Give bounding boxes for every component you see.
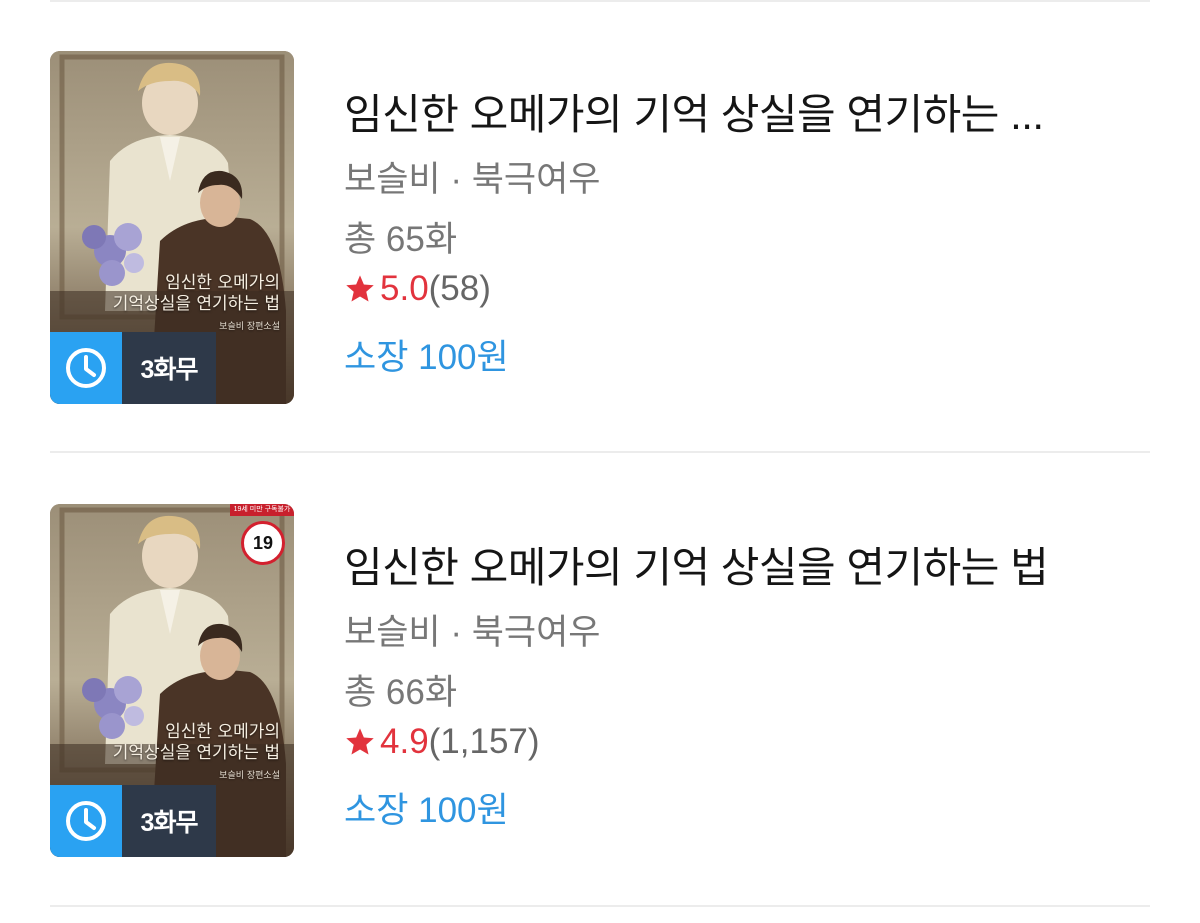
book-authors: 보슬비 · 북극여우: [344, 160, 601, 199]
list-divider-top: [50, 0, 1150, 2]
list-divider: [50, 451, 1150, 453]
price: 소장 100원: [344, 791, 509, 830]
clock-icon: [50, 785, 122, 857]
rating: 5.0 (58): [344, 269, 491, 309]
book-cover[interactable]: 임신한 오메가의 기억상실을 연기하는 법 보슬비 장편소설 3화무: [50, 51, 294, 404]
list-item[interactable]: 19세 미만 구독불가 19 임신한 오메가의 기억상실을 연기하는 법 보슬비…: [50, 504, 1150, 857]
book-title[interactable]: 임신한 오메가의 기억 상실을 연기하는 법: [344, 534, 1084, 595]
rating-count: (58): [428, 269, 491, 308]
adult-warning-strip: 19세 미만 구독불가: [230, 504, 294, 516]
rating-score: 4.9: [380, 722, 429, 761]
rating: 4.9 (1,157): [344, 722, 540, 762]
cover-author: 보슬비 장편소설: [219, 770, 280, 781]
star-icon: [346, 728, 374, 755]
adult-age-badge: 19: [241, 521, 285, 565]
cover-title-line2: 기억상실을 연기하는 법: [112, 294, 280, 315]
cover-title: 임신한 오메가의 기억상실을 연기하는 법 보슬비 장편소설: [113, 273, 280, 333]
book-cover[interactable]: 19세 미만 구독불가 19 임신한 오메가의 기억상실을 연기하는 법 보슬비…: [50, 504, 294, 857]
rating-count: (1,157): [428, 722, 540, 761]
cover-title: 임신한 오메가의 기억상실을 연기하는 법 보슬비 장편소설: [113, 722, 280, 782]
list-divider-bottom: [50, 905, 1150, 907]
free-episodes-badge: 3화무: [50, 332, 216, 404]
episode-count: 총 65화: [344, 220, 458, 259]
cover-title-line1: 임신한 오메가의: [165, 722, 280, 742]
star-icon: [346, 275, 374, 302]
list-item[interactable]: 임신한 오메가의 기억상실을 연기하는 법 보슬비 장편소설 3화무 임신한 오…: [50, 51, 1150, 404]
free-episodes-badge: 3화무: [50, 785, 216, 857]
cover-title-line2: 기억상실을 연기하는 법: [112, 743, 280, 764]
clock-icon: [50, 332, 122, 404]
price: 소장 100원: [344, 338, 509, 377]
book-authors: 보슬비 · 북극여우: [344, 613, 601, 652]
free-episodes-label: 3화무: [122, 785, 216, 857]
book-title[interactable]: 임신한 오메가의 기억 상실을 연기하는 ...: [344, 81, 1084, 142]
episode-count: 총 66화: [344, 673, 458, 712]
cover-title-line1: 임신한 오메가의: [165, 273, 280, 293]
free-episodes-label: 3화무: [122, 332, 216, 404]
rating-score: 5.0: [380, 269, 429, 308]
